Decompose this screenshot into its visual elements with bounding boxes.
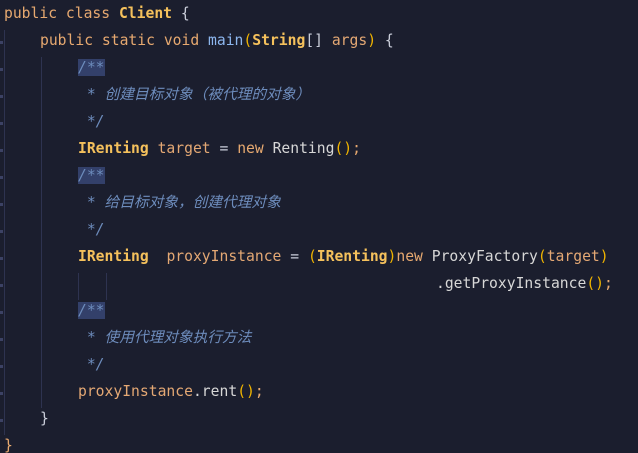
brace: { [384,32,394,49]
code-line-rent-call[interactable]: proxyInstance.rent(); [78,378,264,405]
doc-comment-close: */ [78,356,105,373]
method-name: main [208,32,244,49]
semicolon: ; [604,275,613,292]
type-name: IRenting [78,140,149,157]
class-name: Client [118,5,173,22]
keyword: new [396,248,423,265]
brace: { [180,5,190,22]
doc-comment-close: */ [78,221,105,238]
fold-marker-icon[interactable] [0,365,3,368]
fold-marker-icon[interactable] [0,176,3,179]
semicolon: ; [352,140,361,157]
variable: target [157,140,211,157]
fold-marker-icon[interactable] [0,338,3,341]
class-name: ProxyFactory [431,248,538,265]
type-name: String [252,32,306,49]
fold-marker-icon[interactable] [0,392,3,395]
operator: = [219,140,229,157]
fold-marker-icon[interactable] [0,122,3,125]
cast-type: IRenting [316,248,388,265]
doc-comment-text: * 给目标对象，创建代理对象 [78,194,281,211]
variable: proxyInstance [166,248,282,265]
doc-comment-text: * 使用代理对象执行方法 [78,329,252,346]
code-line-close-brace[interactable]: } [4,432,13,453]
paren: ( [537,248,547,265]
doc-comment-open: /** [78,167,105,184]
code-line-comment[interactable]: * 给目标对象，创建代理对象 [78,189,281,216]
paren: () [586,275,605,292]
fold-marker-icon[interactable] [0,41,3,44]
code-line-doc-open[interactable]: /** [78,162,105,189]
indent-guide [4,30,5,435]
keyword: public [40,32,94,49]
code-editor[interactable]: public class Client { public static void… [0,0,638,453]
code-line-comment[interactable]: * 使用代理对象执行方法 [78,324,252,351]
fold-marker-icon[interactable] [0,257,3,260]
fold-marker-icon[interactable] [0,419,3,422]
paren: ) [599,248,609,265]
indent-guide [41,57,42,408]
type-name: IRenting [78,248,149,265]
code-line-target-decl[interactable]: IRenting target = new Renting(); [78,135,361,162]
keyword: class [65,5,111,22]
code-line-doc-close[interactable]: */ [78,216,105,243]
paren: () [334,140,353,157]
code-line-doc-open[interactable]: /** [78,54,105,81]
parameter: args [331,32,368,49]
code-line-main-decl[interactable]: public static void main(String[] args) { [40,27,394,54]
paren: ) [367,32,377,49]
argument: target [546,248,600,265]
doc-comment-open: /** [78,302,105,319]
paren: () [237,383,255,400]
fold-marker-icon[interactable] [0,203,3,206]
variable: proxyInstance [78,383,193,400]
code-line-close-brace[interactable]: } [40,405,49,432]
class-name: Renting [272,140,335,157]
code-line-proxy-decl[interactable]: IRenting proxyInstance = (IRenting)new P… [78,243,609,270]
code-line-comment[interactable]: * 创建目标对象（被代理的对象） [78,81,310,108]
method-call: .getProxyInstance [436,275,587,292]
fold-marker-icon[interactable] [0,230,3,233]
semicolon: ; [254,383,264,400]
brace: } [40,410,49,427]
keyword: void [163,32,200,49]
operator: = [290,248,300,265]
code-line-method-chain[interactable]: .getProxyInstance(); [436,270,613,297]
keyword: new [237,140,264,157]
array-brackets: [] [305,32,323,49]
code-line-doc-open[interactable]: /** [78,297,105,324]
doc-comment-close: */ [78,113,105,130]
keyword: static [101,32,155,49]
code-line-class-decl[interactable]: public class Client { [4,0,190,27]
paren: ( [243,32,253,49]
doc-comment-open: /** [78,59,105,76]
brace: } [4,437,13,453]
fold-marker-icon[interactable] [0,149,3,152]
indent-guide [78,273,79,300]
code-line-doc-close[interactable]: */ [78,108,105,135]
method-call: .rent [192,383,238,400]
code-line-doc-close[interactable]: */ [78,351,105,378]
fold-marker-icon[interactable] [0,68,3,71]
indent-guide [106,273,107,300]
doc-comment-text: * 创建目标对象（被代理的对象） [78,86,311,103]
fold-marker-icon[interactable] [0,95,3,98]
paren: ( [307,248,317,265]
keyword: public [4,5,58,22]
fold-marker-icon[interactable] [0,284,3,287]
fold-marker-icon[interactable] [0,311,3,314]
